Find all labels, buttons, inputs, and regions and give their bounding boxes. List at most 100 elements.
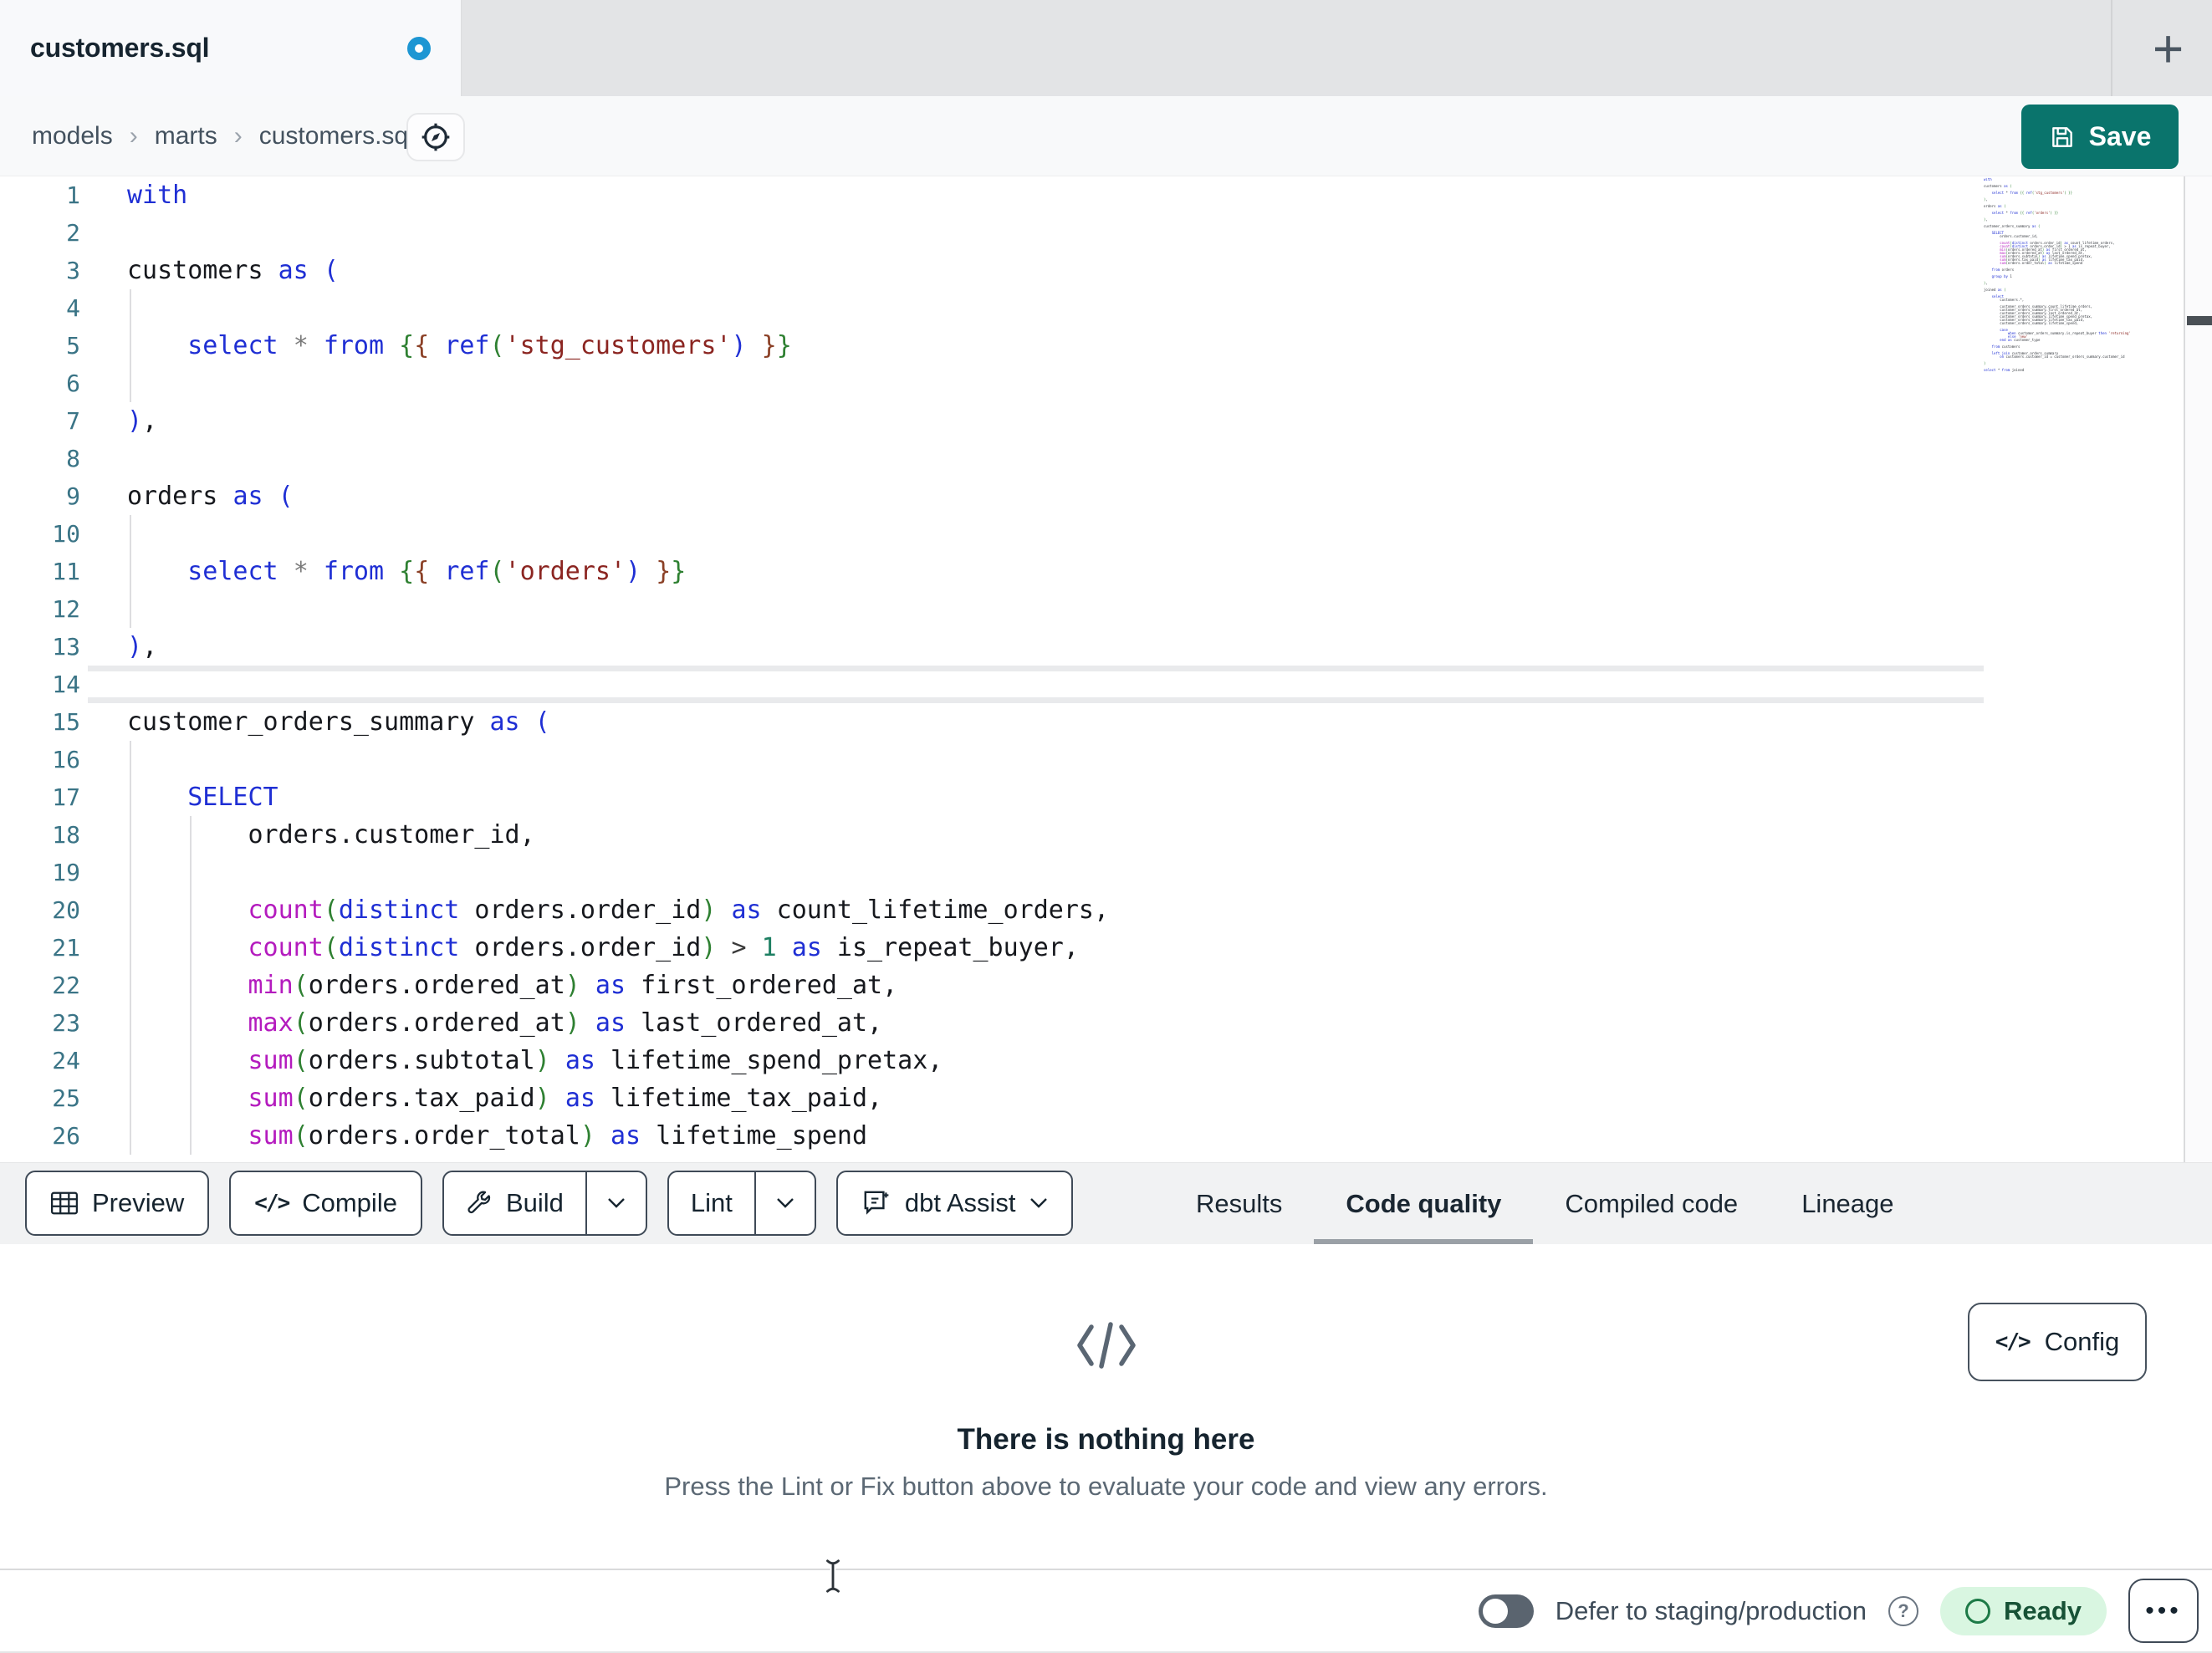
assist-chat-icon (861, 1188, 891, 1218)
editor-line[interactable]: 8 (0, 440, 2212, 477)
defer-toggle[interactable] (1478, 1594, 1534, 1628)
compile-button-label: Compile (302, 1188, 397, 1217)
code-text: sum(orders.subtotal) as lifetime_spend_p… (248, 1046, 943, 1075)
ready-circle-icon (1964, 1598, 1990, 1624)
line-number: 16 (52, 746, 80, 773)
editor-scrollbar[interactable] (2184, 176, 2212, 1162)
editor-line[interactable]: 26 sum(orders.order_total) as lifetime_s… (0, 1117, 2212, 1155)
indent-guide (130, 1117, 131, 1155)
ready-label: Ready (2003, 1595, 2082, 1625)
code-text: customer_orders_summary as ( (127, 707, 550, 737)
editor-line[interactable]: 21 count(distinct orders.order_id) > 1 a… (0, 929, 2212, 967)
indent-guide (130, 553, 131, 590)
breadcrumb-item[interactable]: marts (155, 122, 217, 151)
indent-guide (190, 967, 192, 1004)
indent-guide (190, 1079, 192, 1117)
overflow-menu-button[interactable]: ••• (2128, 1579, 2199, 1643)
line-number: 19 (52, 859, 80, 886)
ellipsis-icon: ••• (2145, 1596, 2182, 1625)
line-number: 3 (66, 257, 80, 284)
line-number: 8 (66, 445, 80, 472)
save-button[interactable]: Save (2021, 105, 2179, 169)
tab-results[interactable]: Results (1164, 1163, 1314, 1245)
new-tab-button[interactable]: + (2124, 0, 2212, 96)
line-number: 23 (52, 1009, 80, 1037)
build-button[interactable]: Build (444, 1172, 585, 1234)
empty-state: There is nothing here Press the Lint or … (0, 1244, 2212, 1569)
line-number: 5 (66, 332, 80, 360)
indent-guide (190, 1004, 192, 1042)
help-icon[interactable]: ? (1888, 1595, 1918, 1626)
tab-code-quality[interactable]: Code quality (1314, 1163, 1534, 1245)
line-number: 25 (52, 1084, 80, 1112)
text-cursor-icon (822, 1557, 844, 1595)
editor-line[interactable]: 1 with (0, 176, 2212, 214)
lint-dropdown-button[interactable] (754, 1172, 815, 1234)
build-split-button: Build (442, 1171, 647, 1236)
code-editor[interactable]: 1 with 2 3 customers as (4 5 select * from {{… (0, 176, 2212, 1162)
editor-line[interactable]: 17 SELECT (0, 778, 2212, 816)
editor-line[interactable]: 10 (0, 515, 2212, 553)
editor-line[interactable]: 22 min(orders.ordered_at) as first_order… (0, 967, 2212, 1004)
editor-toolbar: Preview </> Compile Build Lint dbt Assis… (0, 1162, 2212, 1245)
editor-line[interactable]: 11 select * from {{ ref('orders') }} (0, 553, 2212, 590)
editor-line[interactable]: 4 (0, 289, 2212, 327)
breadcrumb-row: models › marts › customers.sql Save (0, 96, 2212, 176)
editor-line[interactable]: 25 sum(orders.tax_paid) as lifetime_tax_… (0, 1079, 2212, 1117)
chevron-down-icon (1029, 1197, 1048, 1209)
line-number: 10 (52, 520, 80, 548)
editor-line[interactable]: 13), (0, 628, 2212, 666)
floppy-disk-icon (2049, 124, 2076, 151)
code-text: ), (127, 406, 158, 436)
line-number: 15 (52, 708, 80, 736)
editor-line[interactable]: 9 orders as ( (0, 477, 2212, 515)
line-number: 14 (52, 671, 80, 698)
breadcrumb-item[interactable]: customers.sql (259, 122, 414, 151)
chevron-down-icon (776, 1197, 794, 1209)
editor-line[interactable]: 16 (0, 741, 2212, 778)
tab-compiled-code[interactable]: Compiled code (1533, 1163, 1770, 1245)
code-text: orders as ( (127, 482, 294, 511)
editor-line[interactable]: 2 (0, 214, 2212, 252)
config-button[interactable]: </> Config (1968, 1303, 2147, 1381)
editor-line[interactable]: 5 select * from {{ ref('stg_customers') … (0, 327, 2212, 365)
compile-button[interactable]: </> Compile (229, 1171, 422, 1236)
lint-button-label: Lint (690, 1188, 733, 1217)
tab-lineage[interactable]: Lineage (1770, 1163, 1925, 1245)
dbt-assist-button[interactable]: dbt Assist (835, 1171, 1073, 1236)
preview-button[interactable]: Preview (25, 1171, 210, 1236)
help-glyph: ? (1898, 1599, 1909, 1621)
editor-line[interactable]: 23 max(orders.ordered_at) as last_ordere… (0, 1004, 2212, 1042)
editor-line[interactable]: 18 orders.customer_id, (0, 816, 2212, 854)
editor-line[interactable]: 19 (0, 854, 2212, 891)
editor-line[interactable]: 24 sum(orders.subtotal) as lifetime_spen… (0, 1042, 2212, 1079)
lint-button[interactable]: Lint (669, 1172, 754, 1234)
editor-line[interactable]: 14 (0, 666, 2212, 703)
editor-line[interactable]: 12 (0, 590, 2212, 628)
breadcrumb-item[interactable]: models (32, 122, 113, 151)
line-number: 13 (52, 633, 80, 661)
indent-guide (130, 1042, 131, 1079)
code-text: select * from {{ ref('orders') }} (187, 557, 687, 586)
file-tab-customers-sql[interactable]: customers.sql (0, 0, 462, 96)
minimap[interactable]: with customers as ( select * from {{ ref… (1984, 178, 2183, 379)
code-quality-panel: There is nothing here Press the Lint or … (0, 1244, 2212, 1569)
editor-line[interactable]: 6 (0, 365, 2212, 402)
indent-guide (190, 929, 192, 967)
editor-line[interactable]: 15 customer_orders_summary as ( (0, 703, 2212, 741)
compass-icon (419, 120, 452, 154)
line-number: 24 (52, 1047, 80, 1074)
line-number: 7 (66, 407, 80, 435)
explore-lineage-button[interactable] (406, 113, 465, 161)
build-dropdown-button[interactable] (585, 1172, 646, 1234)
indent-guide (130, 854, 131, 891)
editor-line[interactable]: 20 count(distinct orders.order_id) as co… (0, 891, 2212, 929)
editor-line[interactable]: 3 customers as ( (0, 252, 2212, 289)
code-text: select * from {{ ref('stg_customers') }} (187, 331, 792, 360)
scrollbar-thumb[interactable] (2187, 316, 2212, 325)
breadcrumb: models › marts › customers.sql (32, 96, 414, 176)
indent-guide (130, 327, 131, 365)
chevron-down-icon (607, 1197, 626, 1209)
code-text: with (127, 181, 188, 210)
editor-line[interactable]: 7), (0, 402, 2212, 440)
